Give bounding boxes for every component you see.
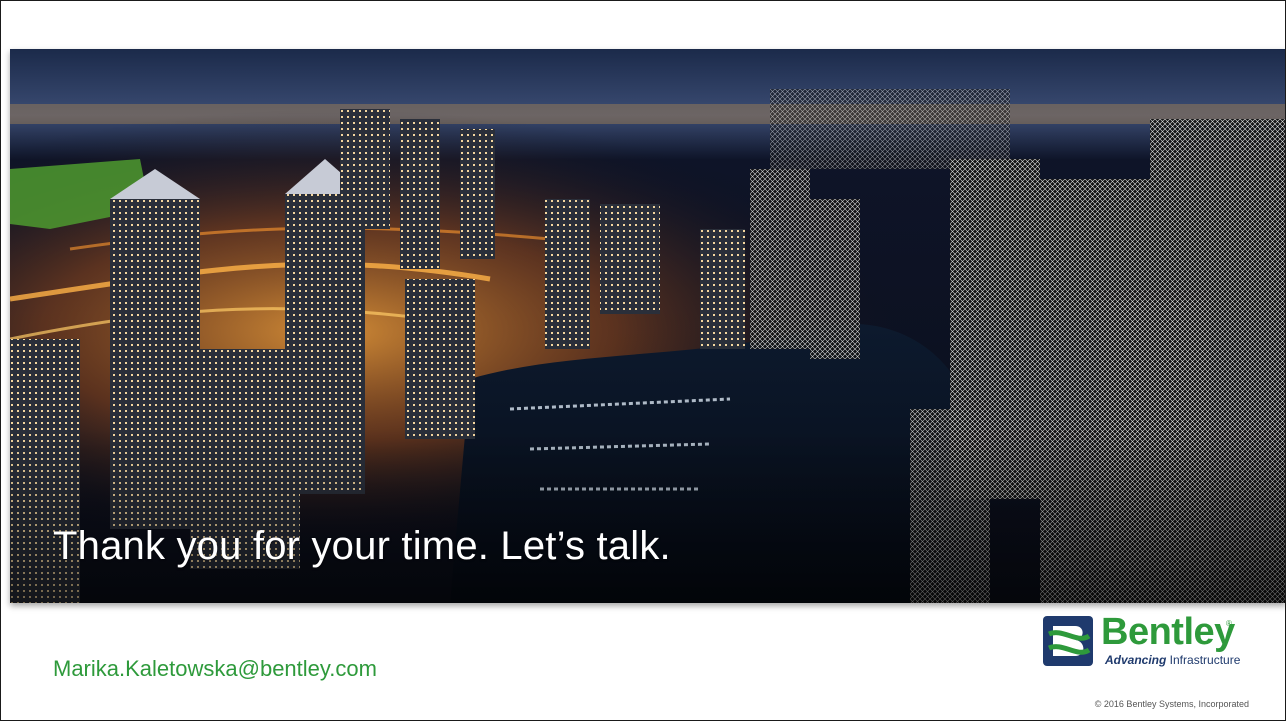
logo-wordmark: Bentley xyxy=(1101,611,1235,653)
bentley-b-icon xyxy=(1043,616,1093,666)
copyright-notice: © 2016 Bentley Systems, Incorporated xyxy=(1094,699,1249,709)
bentley-logo: Bentley ® Advancing Infrastructure xyxy=(1043,611,1243,671)
headline: Thank you for your time. Let’s talk. xyxy=(53,524,671,568)
registered-mark: ® xyxy=(1226,619,1232,628)
logo-tagline: Advancing Infrastructure xyxy=(1105,653,1240,667)
slide-frame: Thank you for your time. Let’s talk. Mar… xyxy=(0,0,1286,721)
city-skyline-photo xyxy=(10,49,1285,603)
hero-image: Thank you for your time. Let’s talk. xyxy=(10,49,1285,603)
contact-email-link[interactable]: Marika.Kaletowska@bentley.com xyxy=(53,656,377,682)
logo-tagline-rest: Infrastructure xyxy=(1166,653,1241,667)
logo-tagline-bold: Advancing xyxy=(1105,653,1167,667)
